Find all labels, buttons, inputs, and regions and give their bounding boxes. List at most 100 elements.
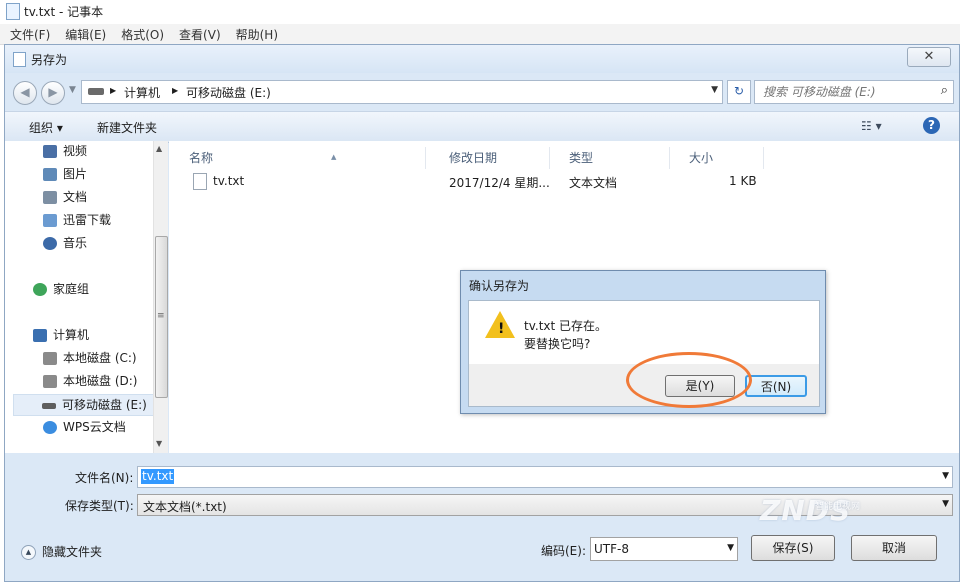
hide-folders-toggle[interactable]: ▲ 隐藏文件夹: [21, 543, 102, 560]
local-disk-icon: [43, 352, 57, 365]
nav-item-local-disk-d[interactable]: 本地磁盘 (D:): [17, 371, 153, 391]
new-folder-button[interactable]: 新建文件夹: [97, 119, 157, 136]
save-button[interactable]: 保存(S): [751, 535, 835, 561]
confirm-dialog-title: 确认另存为: [469, 279, 530, 293]
menu-edit[interactable]: 编辑(E): [60, 24, 111, 45]
drive-icon: [88, 88, 104, 95]
menu-view[interactable]: 查看(V): [174, 24, 226, 45]
menu-format[interactable]: 格式(O): [116, 24, 169, 45]
table-row[interactable]: tv.txt 2017/12/4 星期... 文本文档 1 KB: [169, 171, 959, 193]
hide-folders-label: 隐藏文件夹: [42, 545, 103, 559]
encoding-select[interactable]: UTF-8 ▼: [590, 537, 738, 561]
search-box[interactable]: ⌕: [754, 80, 954, 104]
text-file-icon: [193, 173, 207, 190]
search-input[interactable]: [761, 83, 925, 101]
column-header-modified[interactable]: 修改日期: [449, 147, 550, 169]
address-dropdown-icon[interactable]: ▼: [711, 85, 718, 95]
nav-item-label: WPS云文档: [63, 420, 126, 434]
download-folder-icon: [43, 214, 57, 227]
encoding-dropdown-icon[interactable]: ▼: [727, 543, 734, 553]
notepad-title-bar: tv.txt - 记事本: [0, 0, 960, 22]
nav-item-label: 本地磁盘 (C:): [63, 351, 137, 365]
notepad-menu-bar: 文件(F) 编辑(E) 格式(O) 查看(V) 帮助(H): [0, 24, 960, 45]
cancel-button[interactable]: 取消: [851, 535, 937, 561]
nav-item-wps-cloud[interactable]: WPS云文档: [17, 417, 153, 437]
nav-item-videos[interactable]: 视频: [17, 141, 153, 161]
breadcrumb-removable-disk[interactable]: 可移动磁盘 (E:): [186, 84, 271, 101]
scroll-down-icon[interactable]: ▼: [156, 439, 162, 448]
pictures-library-icon: [43, 168, 57, 181]
filetype-value: 文本文档(*.txt): [143, 500, 227, 514]
nav-item-homegroup[interactable]: 家庭组: [7, 279, 143, 299]
scroll-up-icon[interactable]: ▲: [156, 144, 162, 153]
save-as-title: 另存为: [31, 53, 68, 67]
nav-item-music[interactable]: 音乐: [17, 233, 153, 253]
nav-item-label: 图片: [63, 167, 88, 181]
nav-item-label: 迅雷下载: [63, 213, 112, 227]
filename-dropdown-icon[interactable]: ▼: [942, 471, 949, 481]
navigation-pane: 视频 图片 文档 迅雷下载 音乐 家庭组 计算机 本地磁盘 (C:) 本地磁盘 …: [5, 141, 168, 453]
notepad-title: tv.txt - 记事本: [24, 5, 104, 19]
menu-help[interactable]: 帮助(H): [231, 24, 283, 45]
notepad-icon: [6, 3, 20, 20]
recent-locations-icon[interactable]: ▼: [69, 85, 79, 99]
confirm-dialog-body: ! tv.txt 已存在。 要替换它吗?: [468, 300, 820, 366]
highlight-circle: [626, 352, 752, 408]
close-button[interactable]: ✕: [907, 47, 951, 67]
nav-item-local-disk-c[interactable]: 本地磁盘 (C:): [17, 348, 153, 368]
watermark-subtitle: 智能电视网: [815, 502, 861, 512]
nav-item-label: 文档: [63, 190, 88, 204]
change-view-icon[interactable]: ☷ ▾: [861, 119, 882, 133]
address-bar[interactable]: ▶ 计算机 ▶ 可移动磁盘 (E:) ▼: [81, 80, 723, 104]
back-button[interactable]: ◀: [13, 81, 37, 105]
warning-exclamation-icon: !: [498, 321, 505, 337]
nav-item-label: 家庭组: [53, 282, 90, 296]
confirm-message-line2: 要替换它吗?: [524, 337, 591, 351]
nav-item-label: 可移动磁盘 (E:): [62, 398, 147, 412]
command-bar: 组织 ▾ 新建文件夹 ☷ ▾ ?: [5, 111, 959, 143]
save-as-icon: [13, 52, 26, 67]
search-icon[interactable]: ⌕: [941, 83, 948, 98]
confirm-message-line1: tv.txt 已存在。: [524, 319, 608, 333]
local-disk-icon: [43, 375, 57, 388]
documents-library-icon: [43, 191, 57, 204]
nav-scrollbar[interactable]: ▲ ≡ ▼: [153, 141, 168, 453]
organize-button[interactable]: 组织 ▾: [29, 119, 63, 136]
file-size: 1 KB: [729, 174, 757, 188]
refresh-button[interactable]: ↻: [727, 80, 751, 104]
column-header-name[interactable]: 名称 ▲: [189, 147, 426, 169]
save-as-title-bar: 另存为 ✕: [5, 45, 959, 73]
file-name: tv.txt: [213, 174, 245, 188]
help-icon[interactable]: ?: [923, 117, 940, 134]
filetype-dropdown-icon[interactable]: ▼: [942, 499, 949, 509]
sort-arrow-icon: ▲: [331, 153, 337, 161]
column-header-size[interactable]: 大小: [689, 147, 764, 169]
nav-item-removable-disk-e[interactable]: 可移动磁盘 (E:): [13, 394, 155, 416]
nav-item-computer[interactable]: 计算机: [7, 325, 143, 345]
forward-button[interactable]: ▶: [41, 81, 65, 105]
nav-item-pictures[interactable]: 图片: [17, 164, 153, 184]
nav-item-documents[interactable]: 文档: [17, 187, 153, 207]
breadcrumb-separator-icon[interactable]: ▶: [172, 86, 178, 95]
breadcrumb-computer[interactable]: 计算机: [124, 84, 160, 101]
column-header-type[interactable]: 类型: [569, 147, 670, 169]
file-modified: 2017/12/4 星期...: [449, 176, 550, 190]
column-label: 名称: [189, 151, 214, 165]
breadcrumb-separator-icon[interactable]: ▶: [110, 86, 116, 95]
homegroup-icon: [33, 283, 47, 296]
encoding-label: 编码(E):: [541, 544, 586, 558]
removable-disk-icon: [42, 402, 56, 409]
collapse-icon: ▲: [21, 545, 36, 560]
video-library-icon: [43, 145, 57, 158]
nav-item-thunder-downloads[interactable]: 迅雷下载: [17, 210, 153, 230]
menu-file[interactable]: 文件(F): [5, 24, 55, 45]
wps-cloud-icon: [43, 421, 57, 434]
file-type: 文本文档: [569, 176, 618, 190]
nav-item-label: 视频: [63, 144, 88, 158]
nav-item-label: 音乐: [63, 236, 88, 250]
filename-value[interactable]: tv.txt: [141, 469, 175, 484]
no-button[interactable]: 否(N): [745, 375, 807, 397]
computer-icon: [33, 329, 47, 342]
filetype-label: 保存类型(T):: [65, 499, 134, 513]
filename-field[interactable]: tv.txt ▼: [137, 466, 953, 488]
